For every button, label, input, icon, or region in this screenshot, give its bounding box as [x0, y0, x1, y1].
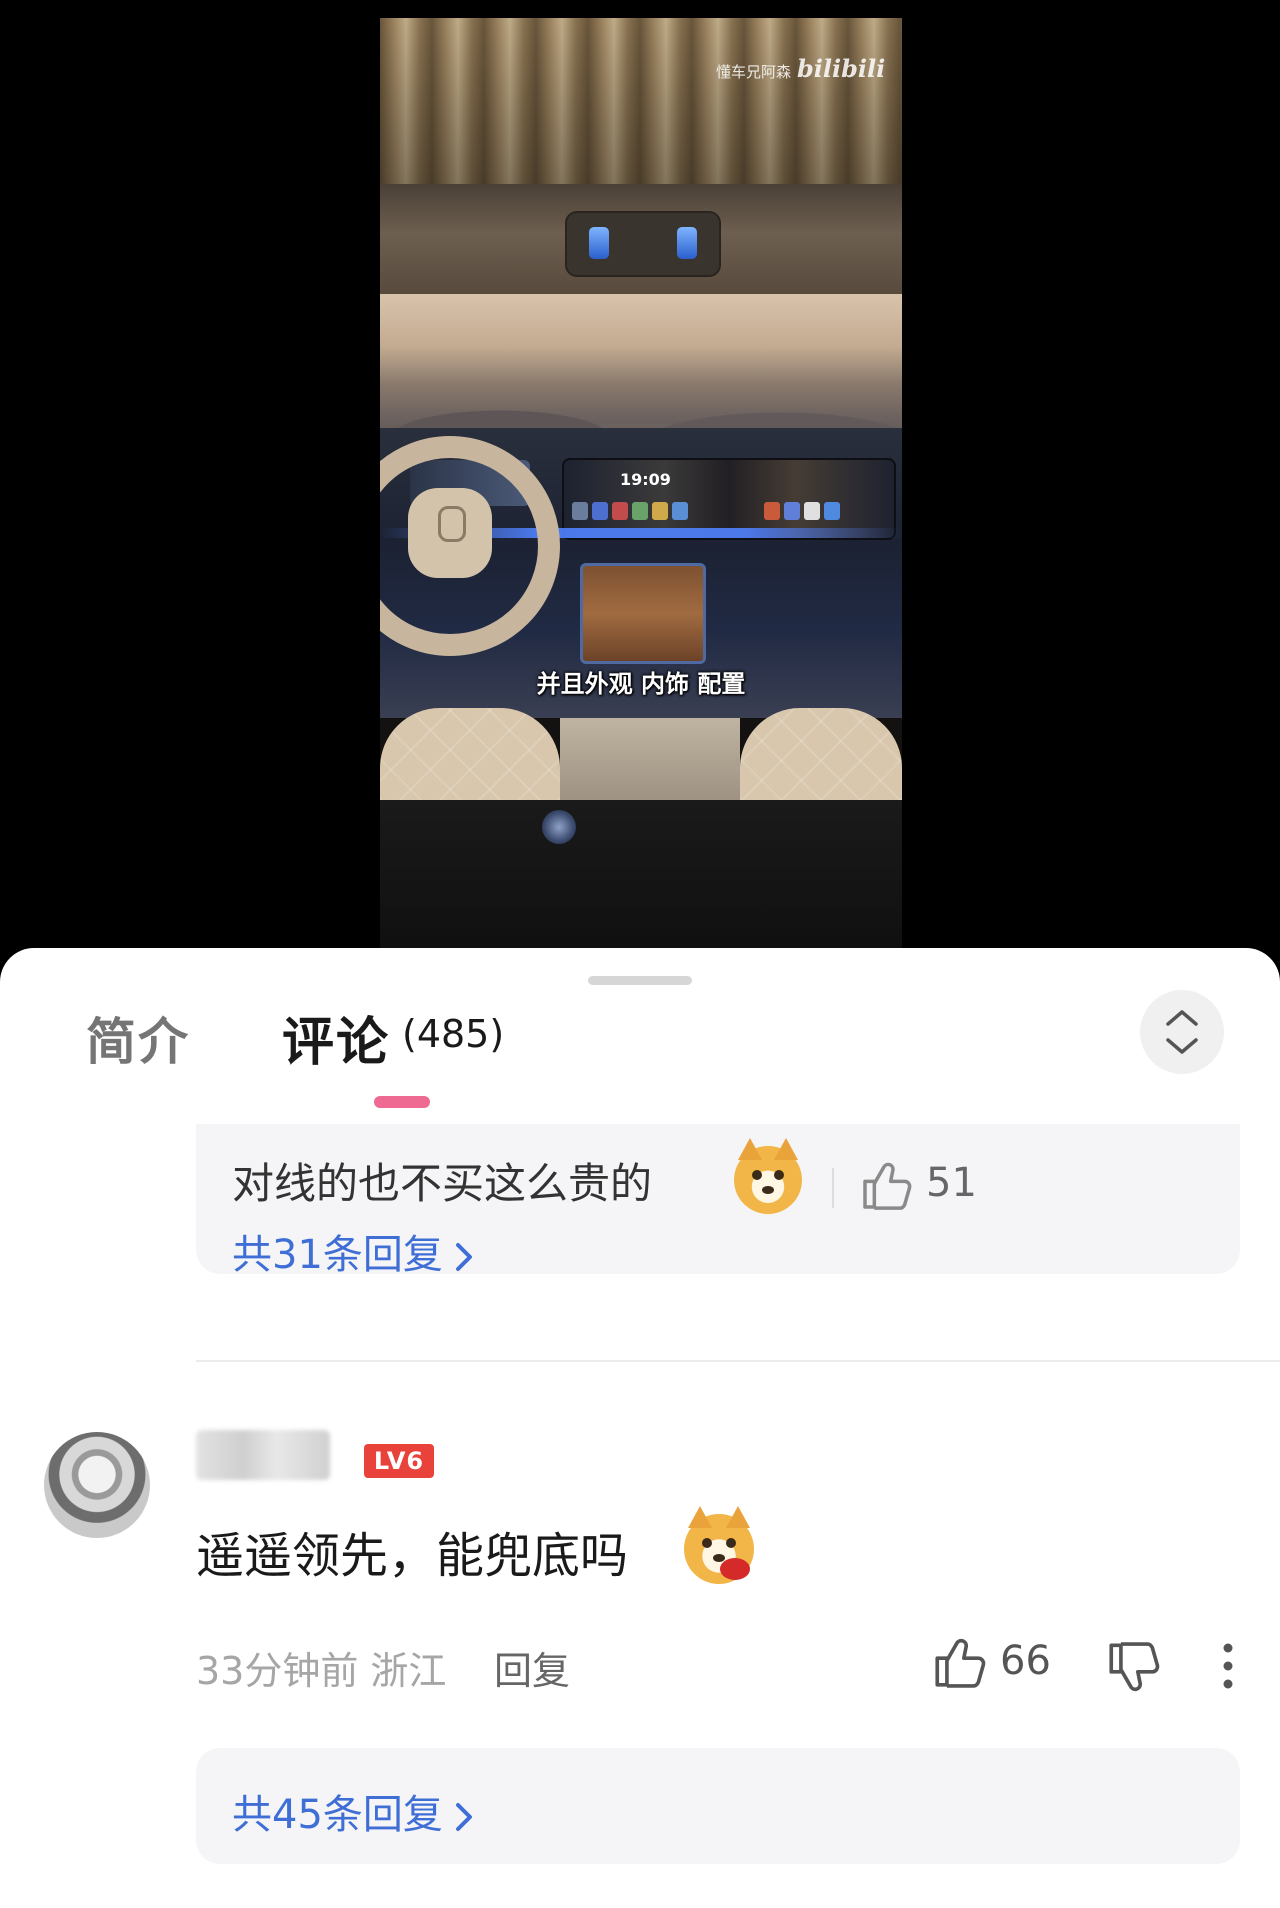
tab-intro[interactable]: 简介	[86, 1002, 190, 1074]
level-badge: LV6	[364, 1444, 434, 1478]
view-replies-link[interactable]: 共31条回复	[232, 1222, 475, 1280]
like-count: 51	[926, 1160, 977, 1206]
video-player[interactable]: 19:09 懂车兄阿森 bilibili 并且外观 内饰 配置	[0, 0, 1280, 960]
tab-comments[interactable]: 评论	[282, 1000, 390, 1075]
thumbs-down-icon[interactable]	[1104, 1638, 1162, 1696]
reply-preview-card: 对线的也不买这么贵的 51 共31条回复	[196, 1124, 1240, 1278]
avatar[interactable]	[44, 1432, 150, 1538]
brand-logo-icon	[438, 506, 466, 542]
center-console	[580, 563, 706, 664]
drag-handle[interactable]	[588, 976, 692, 985]
more-options-icon[interactable]	[1222, 1642, 1234, 1690]
control-knob	[542, 810, 576, 844]
video-watermark: 懂车兄阿森 bilibili	[716, 54, 885, 83]
comment-text: 遥遥领先，能兜底吗	[196, 1528, 629, 1584]
doge-emoji-icon	[734, 1138, 802, 1214]
reply-preview-card: 共45条回复	[196, 1748, 1240, 1864]
video-frame[interactable]: 19:09 懂车兄阿森 bilibili 并且外观 内饰 配置	[380, 18, 902, 948]
rose-icon	[720, 1558, 750, 1580]
seat-right	[740, 708, 902, 800]
seat-left	[380, 708, 560, 800]
expand-arrows-icon	[1166, 1010, 1198, 1054]
thumbs-up-icon[interactable]	[930, 1634, 988, 1692]
comments-sheet: 简介 评论 (485) 对线的也不买这么贵的 51 共31条回复 LV6 遥遥领…	[0, 948, 1280, 1908]
overhead-console	[565, 211, 721, 277]
username-blurred[interactable]	[196, 1430, 330, 1480]
watermark-author: 懂车兄阿森	[716, 63, 792, 81]
thumbs-up-icon[interactable]	[858, 1158, 914, 1214]
reply-preview-text: 对线的也不买这么贵的	[232, 1159, 653, 1208]
like-count: 66	[1000, 1638, 1051, 1684]
comments-count: (485)	[402, 1012, 505, 1056]
active-tab-indicator	[374, 1096, 430, 1108]
view-replies-link[interactable]: 共45条回复	[232, 1782, 475, 1840]
comment-divider	[196, 1360, 1280, 1362]
reply-button[interactable]: 回复	[494, 1640, 570, 1695]
chevron-right-icon	[455, 1803, 472, 1831]
watermark-brand: bilibili	[797, 54, 886, 83]
chevron-right-icon	[455, 1243, 472, 1271]
comment-time-location: 33分钟前 浙江	[196, 1649, 447, 1693]
screen-clock: 19:09	[620, 470, 671, 489]
expand-collapse-button[interactable]	[1140, 990, 1224, 1074]
video-subtitle: 并且外观 内饰 配置	[536, 670, 746, 698]
